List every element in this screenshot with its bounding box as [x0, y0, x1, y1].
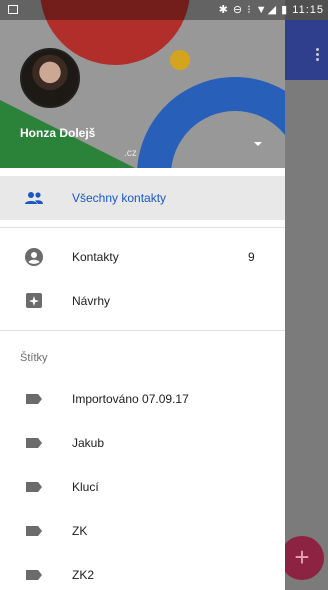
label-item-text: ZK2 — [72, 568, 95, 582]
label-item[interactable]: Jakub — [0, 421, 285, 465]
add-contact-fab[interactable]: + — [280, 536, 324, 580]
account-header[interactable]: Honza Dolejš .cz — [0, 0, 285, 168]
nav-item-label: Kontakty — [72, 250, 119, 264]
status-bar: ✱ ⊖ ⁝ ▼◢ ▮ 11:15 — [0, 0, 328, 20]
sparkle-icon — [24, 291, 44, 311]
nav-item-all-contacts[interactable]: Všechny kontakty — [0, 176, 285, 220]
label-icon — [24, 433, 44, 453]
label-icon — [24, 521, 44, 541]
contacts-count: 9 — [248, 250, 255, 264]
label-item-text: Jakub — [72, 436, 105, 450]
divider — [0, 330, 285, 331]
account-email-domain: .cz — [124, 148, 137, 159]
status-time: 11:15 — [292, 4, 324, 16]
image-notification-icon — [8, 5, 18, 14]
label-item-text: Klucí — [72, 480, 99, 494]
status-icons: ✱ ⊖ ⁝ ▼◢ ▮ — [218, 4, 289, 16]
nav-item-suggestions[interactable]: Návrhy — [0, 279, 285, 323]
label-icon — [24, 565, 44, 585]
label-icon — [24, 477, 44, 497]
account-circle-icon — [24, 247, 44, 267]
label-item[interactable]: ZK — [0, 509, 285, 553]
label-item-text: ZK — [72, 524, 88, 538]
people-icon — [24, 188, 44, 208]
avatar[interactable] — [20, 48, 80, 108]
account-name: Honza Dolejš — [20, 126, 96, 140]
navigation-drawer: Honza Dolejš .cz Všechny kontakty Kontak… — [0, 0, 285, 590]
account-dropdown-icon[interactable] — [254, 142, 262, 146]
nav-item-label: Návrhy — [72, 294, 111, 308]
more-options-icon[interactable] — [316, 48, 320, 63]
label-item[interactable]: Klucí — [0, 465, 285, 509]
label-item[interactable]: ZK2 — [0, 553, 285, 590]
label-item-text: Importováno 07.09.17 — [72, 392, 189, 406]
nav-item-contacts[interactable]: Kontakty 9 — [0, 235, 285, 279]
divider — [0, 227, 285, 228]
nav-item-label: Všechny kontakty — [72, 191, 167, 205]
labels-section-title: Štítky — [20, 352, 48, 364]
label-icon — [24, 389, 44, 409]
label-item[interactable]: Importováno 07.09.17 — [0, 377, 285, 421]
